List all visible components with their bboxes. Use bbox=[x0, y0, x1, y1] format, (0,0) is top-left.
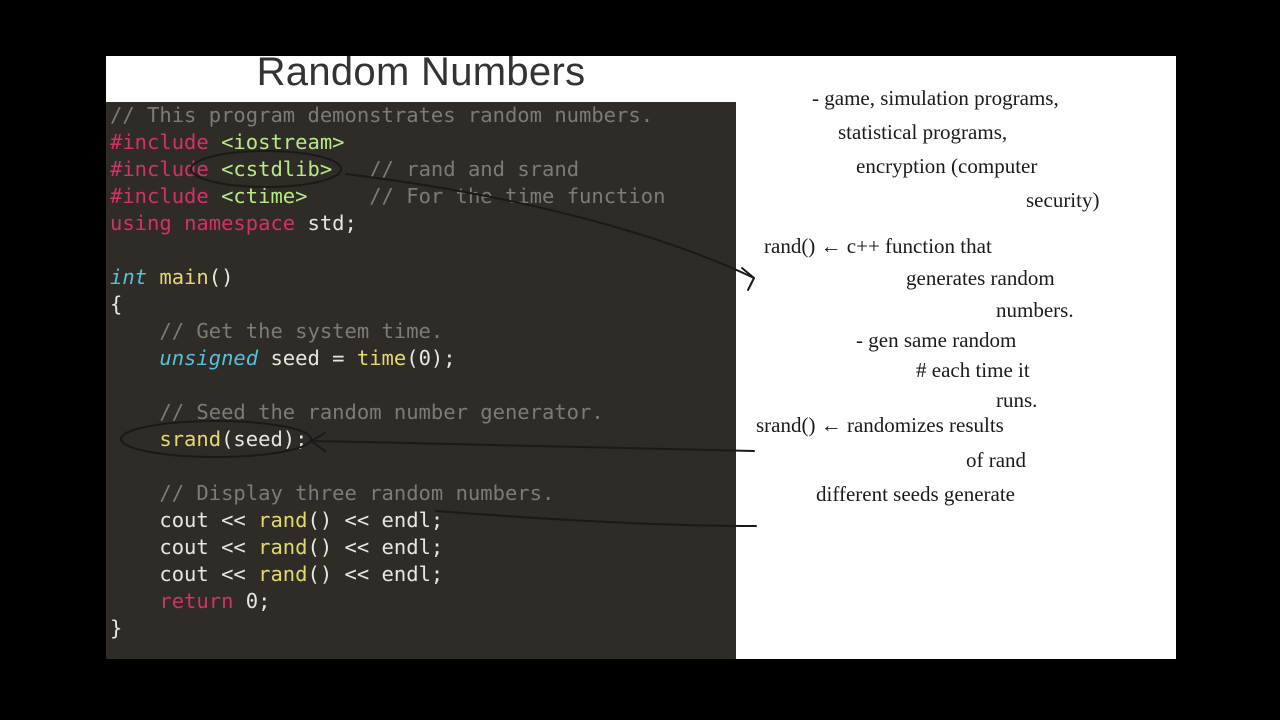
note-line: of rand bbox=[966, 446, 1026, 474]
code-line: #include bbox=[110, 184, 209, 208]
code-line: // Seed the random number generator. bbox=[159, 400, 603, 424]
slide-title: Random Numbers bbox=[106, 50, 736, 95]
code-line: #include bbox=[110, 157, 209, 181]
code-line: cout << bbox=[159, 508, 258, 532]
handwritten-notes: - game, simulation programs, statistical… bbox=[746, 56, 1176, 659]
code-block: // This program demonstrates random numb… bbox=[106, 102, 736, 659]
code-line: using bbox=[110, 211, 172, 235]
note-line: generates random bbox=[906, 264, 1055, 292]
code-line: return bbox=[159, 589, 233, 613]
code-line: // Display three random numbers. bbox=[159, 481, 554, 505]
code-line: // This program demonstrates random numb… bbox=[110, 103, 653, 127]
slide: Random Numbers // This program demonstra… bbox=[106, 56, 1176, 659]
note-line: runs. bbox=[996, 386, 1037, 414]
note-line: security) bbox=[1026, 186, 1099, 214]
code-line: } bbox=[110, 616, 122, 640]
code-line: unsigned bbox=[159, 346, 258, 370]
code-line: { bbox=[110, 292, 122, 316]
note-line: rand() ← c++ function that bbox=[764, 232, 992, 260]
note-line: different seeds generate bbox=[816, 480, 1015, 508]
note-line: srand() ← randomizes results bbox=[756, 411, 1004, 439]
code-line: cout << bbox=[159, 535, 258, 559]
code-line: srand bbox=[159, 427, 221, 451]
note-line: encryption (computer bbox=[856, 152, 1037, 180]
code-line: #include bbox=[110, 130, 209, 154]
code-line: int bbox=[110, 265, 147, 289]
note-line: - gen same random bbox=[856, 326, 1016, 354]
note-line: - game, simulation programs, bbox=[812, 84, 1059, 112]
note-line: statistical programs, bbox=[838, 118, 1007, 146]
code-line: // Get the system time. bbox=[159, 319, 443, 343]
note-line: # each time it bbox=[916, 356, 1030, 384]
note-line: numbers. bbox=[996, 296, 1074, 324]
code-line: cout << bbox=[159, 562, 258, 586]
